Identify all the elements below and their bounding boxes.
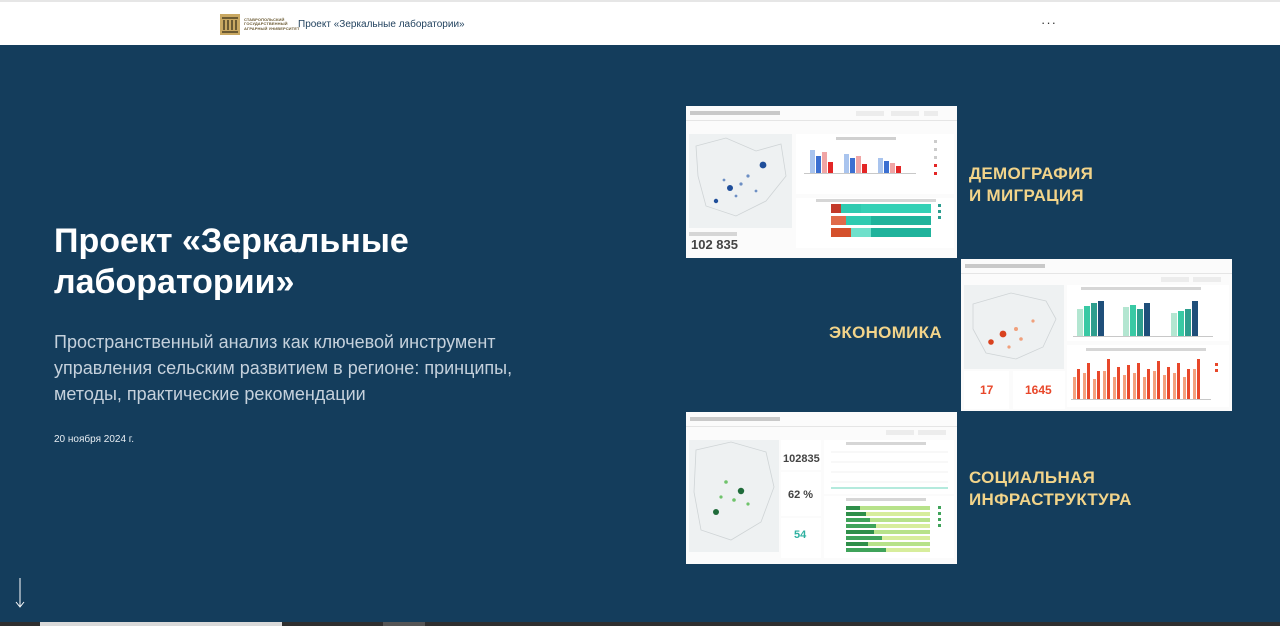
card-label-demography: ДЕМОГРАФИЯ И МИГРАЦИЯ [969, 164, 1094, 205]
dashboard-thumbnail-economy[interactable]: 17 1645 [961, 259, 1232, 411]
dashboard-thumbnail-social[interactable]: 102835 62 % 54 [686, 412, 957, 564]
economy-kpi-total: 1645 [1025, 383, 1052, 397]
university-logo[interactable]: Ставропольский государственный аграрный … [220, 14, 310, 35]
page-date: 20 ноября 2024 г. [54, 434, 134, 445]
social-dashboard-preview: 102835 62 % 54 [686, 412, 957, 564]
demography-kpi: 102 835 [691, 237, 738, 252]
page-subtitle: Пространственный анализ как ключевой инс… [54, 332, 513, 404]
card-label-economy: ЭКОНОМИКА [829, 323, 942, 342]
social-kpi-population: 102835 [783, 453, 820, 465]
top-bar: Ставропольский государственный аграрный … [0, 0, 1280, 45]
economy-kpi-count: 17 [980, 383, 994, 397]
university-logo-icon [220, 14, 240, 35]
demography-dashboard-preview: 102 835 [686, 106, 957, 258]
more-horizontal-icon[interactable]: ··· [1041, 15, 1057, 30]
social-kpi-share: 62 % [788, 489, 813, 501]
bottom-taskbar [0, 622, 1280, 626]
arrow-down-icon[interactable] [14, 578, 26, 608]
dashboard-thumbnail-demography[interactable]: 102 835 [686, 106, 957, 258]
taskbar-item[interactable] [40, 622, 282, 626]
economy-dashboard-preview: 17 1645 [961, 259, 1232, 411]
social-kpi-count: 54 [794, 529, 807, 541]
page-title: Проект «Зеркальные лаборатории» [54, 222, 409, 301]
taskbar-item[interactable] [383, 622, 425, 626]
header-title[interactable]: Проект «Зеркальные лаборатории» [298, 19, 465, 30]
card-label-social: СОЦИАЛЬНАЯ ИНФРАСТРУКТУРА [969, 468, 1132, 509]
